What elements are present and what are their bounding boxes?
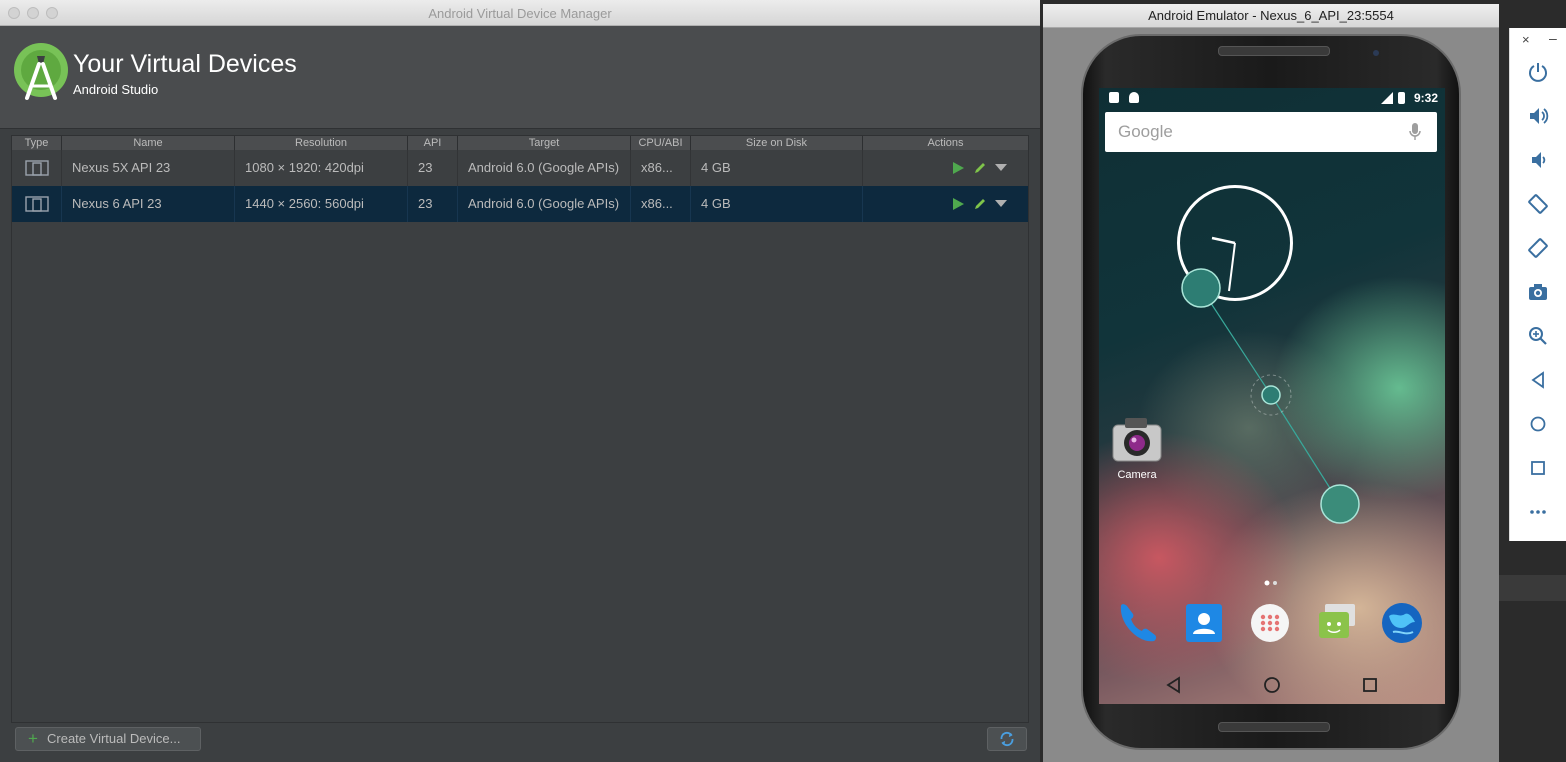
zoom-icon[interactable] [1527,325,1549,347]
volume-up-icon[interactable] [1527,105,1549,127]
page-title: Your Virtual Devices [73,50,297,78]
more-icon[interactable] [1527,501,1549,523]
app-drawer-icon[interactable] [1247,600,1293,646]
status-bar: 9:32 [1099,88,1445,108]
rotate-left-icon[interactable] [1527,193,1549,215]
navigation-bar [1099,666,1445,704]
home-icon[interactable] [1527,413,1549,435]
launch-play-icon[interactable] [951,197,965,211]
target-cell: Android 6.0 (Google APIs) [458,150,631,186]
android-debug-icon [1129,92,1139,103]
size-cell: 4 GB [691,150,863,186]
cpu-cell: x86... [631,186,691,222]
more-actions-chevron-icon[interactable] [995,200,1007,208]
google-search-bar[interactable]: Google [1105,112,1437,152]
front-camera [1373,50,1379,56]
home-dock [1099,600,1445,650]
more-actions-chevron-icon[interactable] [995,164,1007,172]
google-logo: Google [1118,122,1173,141]
battery-icon [1398,92,1405,104]
home-icon[interactable] [1262,675,1282,695]
messaging-icon[interactable] [1313,600,1359,646]
overview-icon[interactable] [1527,457,1549,479]
background-ide-strip [1499,541,1566,762]
api-cell: 23 [408,186,458,222]
row-actions [951,150,1021,186]
back-icon[interactable] [1164,675,1184,695]
column-header-api[interactable]: API [408,136,458,150]
avd-titlebar: Android Virtual Device Manager [0,0,1040,26]
background-panel-bar [1499,575,1566,601]
refresh-icon [1000,731,1014,747]
speaker-grille [1218,722,1330,732]
emulator-window: Android Emulator - Nexus_6_API_23:5554 9… [1043,4,1499,762]
signal-icon [1381,92,1393,104]
row-actions [951,186,1021,222]
sd-card-icon [1109,92,1119,103]
camera-app-shortcut[interactable]: Camera [1109,413,1165,481]
table-row[interactable]: Nexus 5X API 23 1080 × 1920: 420dpi 23 A… [12,150,1028,187]
lock-pattern-overlay[interactable] [1169,258,1369,528]
cpu-cell: x86... [631,150,691,186]
refresh-button[interactable] [987,727,1027,751]
emulator-titlebar: Android Emulator - Nexus_6_API_23:5554 [1043,4,1499,28]
camera-label: Camera [1117,469,1157,481]
launch-play-icon[interactable] [951,161,965,175]
column-header-cpu[interactable]: CPU/ABI [631,136,691,150]
power-icon[interactable] [1527,61,1549,83]
contacts-icon[interactable] [1181,600,1227,646]
mic-icon[interactable] [1409,123,1421,141]
volume-down-icon[interactable] [1527,149,1549,171]
emulator-title: Android Emulator - Nexus_6_API_23:5554 [1148,8,1394,23]
device-screen[interactable]: 9:32 Google Camera [1099,88,1445,704]
avd-manager-window: Android Virtual Device Manager Your Virt… [0,0,1040,762]
resolution-cell: 1080 × 1920: 420dpi [235,150,408,186]
android-studio-logo-icon [14,43,68,100]
back-icon[interactable] [1527,369,1549,391]
phone-icon[interactable] [1115,600,1161,646]
phone-device-icon [25,196,49,212]
resolution-cell: 1440 × 2560: 560dpi [235,186,408,222]
page-indicator [1264,580,1277,586]
plus-icon: + [28,729,38,748]
column-header-type[interactable]: Type [12,136,62,150]
status-time: 9:32 [1413,91,1438,105]
close-emulator-button[interactable]: × [1522,32,1530,47]
page-subtitle: Android Studio [73,82,159,97]
speaker-grille [1218,46,1330,56]
name-cell: Nexus 5X API 23 [62,150,235,186]
column-header-actions: Actions [927,137,964,149]
minimize-emulator-button[interactable]: – [1549,30,1557,46]
type-cell [12,150,62,186]
recents-icon[interactable] [1360,675,1380,695]
api-cell: 23 [408,150,458,186]
column-header-target[interactable]: Target [458,136,631,150]
browser-icon[interactable] [1379,600,1425,646]
column-header-size[interactable]: Size on Disk [691,136,863,150]
device-table: Type Name Resolution API Target CPU/ABI … [11,135,1029,723]
table-header: Type Name Resolution API Target CPU/ABI … [12,136,1028,151]
type-cell [12,186,62,222]
target-cell: Android 6.0 (Google APIs) [458,186,631,222]
camera-icon [1112,418,1162,462]
edit-pencil-icon[interactable] [973,197,987,211]
column-header-name[interactable]: Name [62,136,235,150]
create-virtual-device-button[interactable]: + Create Virtual Device... [15,727,201,751]
phone-device-icon [25,160,49,176]
screenshot-icon[interactable] [1527,281,1549,303]
device-frame: 9:32 Google Camera [1081,34,1461,750]
window-title: Android Virtual Device Manager [428,6,612,21]
emulator-toolbar: × – [1509,28,1566,541]
name-cell: Nexus 6 API 23 [62,186,235,222]
table-row-selected[interactable]: Nexus 6 API 23 1440 × 2560: 560dpi 23 An… [12,186,1028,222]
emulator-stage: 9:32 Google Camera [1043,28,1499,762]
rotate-right-icon[interactable] [1527,237,1549,259]
size-cell: 4 GB [691,186,863,222]
column-header-resolution[interactable]: Resolution [235,136,408,150]
avd-header: Your Virtual Devices Android Studio [0,26,1040,129]
create-button-label: Create Virtual Device... [47,731,181,746]
edit-pencil-icon[interactable] [973,161,987,175]
